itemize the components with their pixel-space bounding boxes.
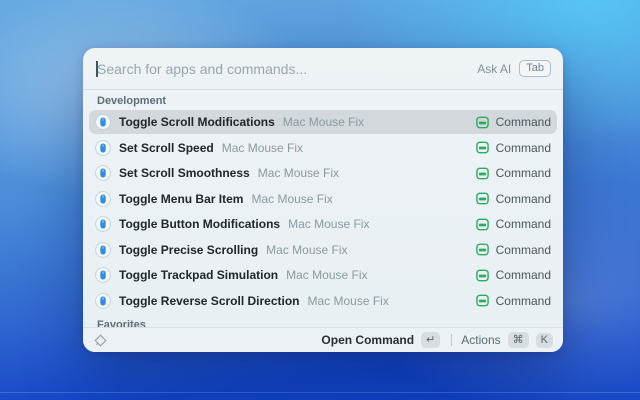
command-subtitle: Mac Mouse Fix: [288, 217, 369, 231]
command-title: Set Scroll Smoothness: [119, 166, 250, 180]
command-window-icon: [476, 218, 489, 231]
search-bar: Ask AI Tab: [83, 48, 563, 90]
list-item[interactable]: Toggle Trackpad Simulation Mac Mouse Fix…: [89, 263, 557, 287]
command-subtitle: Mac Mouse Fix: [308, 294, 389, 308]
mouse-icon: [95, 114, 111, 130]
command-window-icon: [476, 192, 489, 205]
command-title: Toggle Trackpad Simulation: [119, 268, 278, 282]
text-caret: [96, 61, 98, 77]
command-window-icon: [476, 116, 489, 129]
section-header-development: Development: [97, 95, 549, 108]
command-window-icon: [476, 269, 489, 282]
footer-actions-group: Open Command ↵ Actions ⌘ K: [321, 332, 553, 348]
command-window-icon: [476, 167, 489, 180]
raycast-logo-icon: [93, 333, 108, 348]
list-item[interactable]: Toggle Menu Bar Item Mac Mouse Fix Comma…: [89, 187, 557, 211]
footer-bar: Open Command ↵ Actions ⌘ K: [83, 327, 563, 352]
command-subtitle: Mac Mouse Fix: [251, 192, 332, 206]
command-title: Toggle Menu Bar Item: [119, 192, 243, 206]
command-title: Toggle Precise Scrolling: [119, 243, 258, 257]
command-subtitle: Mac Mouse Fix: [283, 115, 364, 129]
section-header-favorites: Favorites: [97, 319, 549, 328]
list-item[interactable]: Set Scroll Smoothness Mac Mouse Fix Comm…: [89, 161, 557, 185]
command-type-label: Command: [496, 243, 551, 257]
enter-key-badge: ↵: [421, 332, 440, 348]
command-type-label: Command: [496, 268, 551, 282]
open-command-button[interactable]: Open Command: [321, 333, 414, 347]
cmd-key-badge: ⌘: [508, 332, 529, 348]
command-type-label: Command: [496, 115, 551, 129]
command-title: Set Scroll Speed: [119, 141, 214, 155]
command-title: Toggle Button Modifications: [119, 217, 280, 231]
command-type-label: Command: [496, 192, 551, 206]
ask-ai-label: Ask AI: [477, 62, 511, 76]
k-key-badge: K: [536, 333, 553, 348]
command-type-label: Command: [496, 166, 551, 180]
list-item[interactable]: Toggle Precise Scrolling Mac Mouse Fix C…: [89, 238, 557, 262]
mouse-icon: [95, 165, 111, 181]
mouse-icon: [95, 140, 111, 156]
command-window-icon: [476, 243, 489, 256]
command-window-icon: [476, 141, 489, 154]
command-title: Toggle Scroll Modifications: [119, 115, 275, 129]
list-item[interactable]: Toggle Button Modifications Mac Mouse Fi…: [89, 212, 557, 236]
command-subtitle: Mac Mouse Fix: [286, 268, 367, 282]
results-list: Development Toggle Scroll Modifications …: [83, 90, 563, 327]
mouse-icon: [95, 216, 111, 232]
command-type-label: Command: [496, 217, 551, 231]
command-title: Toggle Reverse Scroll Direction: [119, 294, 300, 308]
list-item[interactable]: Toggle Reverse Scroll Direction Mac Mous…: [89, 289, 557, 313]
command-subtitle: Mac Mouse Fix: [222, 141, 303, 155]
command-window-icon: [476, 294, 489, 307]
actions-button[interactable]: Actions: [461, 333, 500, 347]
list-item[interactable]: Toggle Scroll Modifications Mac Mouse Fi…: [89, 110, 557, 134]
search-input[interactable]: [95, 61, 477, 77]
footer-divider: [451, 334, 452, 346]
mouse-icon: [95, 191, 111, 207]
mouse-icon: [95, 242, 111, 258]
mouse-icon: [95, 267, 111, 283]
command-type-label: Command: [496, 294, 551, 308]
tab-key-badge: Tab: [519, 60, 551, 77]
command-subtitle: Mac Mouse Fix: [258, 166, 339, 180]
wallpaper-horizon-line: [0, 392, 640, 393]
launcher-window: Ask AI Tab Development Toggle Scroll Mod…: [83, 48, 563, 352]
list-item[interactable]: Set Scroll Speed Mac Mouse Fix Command: [89, 136, 557, 160]
mouse-icon: [95, 293, 111, 309]
command-subtitle: Mac Mouse Fix: [266, 243, 347, 257]
command-type-label: Command: [496, 141, 551, 155]
